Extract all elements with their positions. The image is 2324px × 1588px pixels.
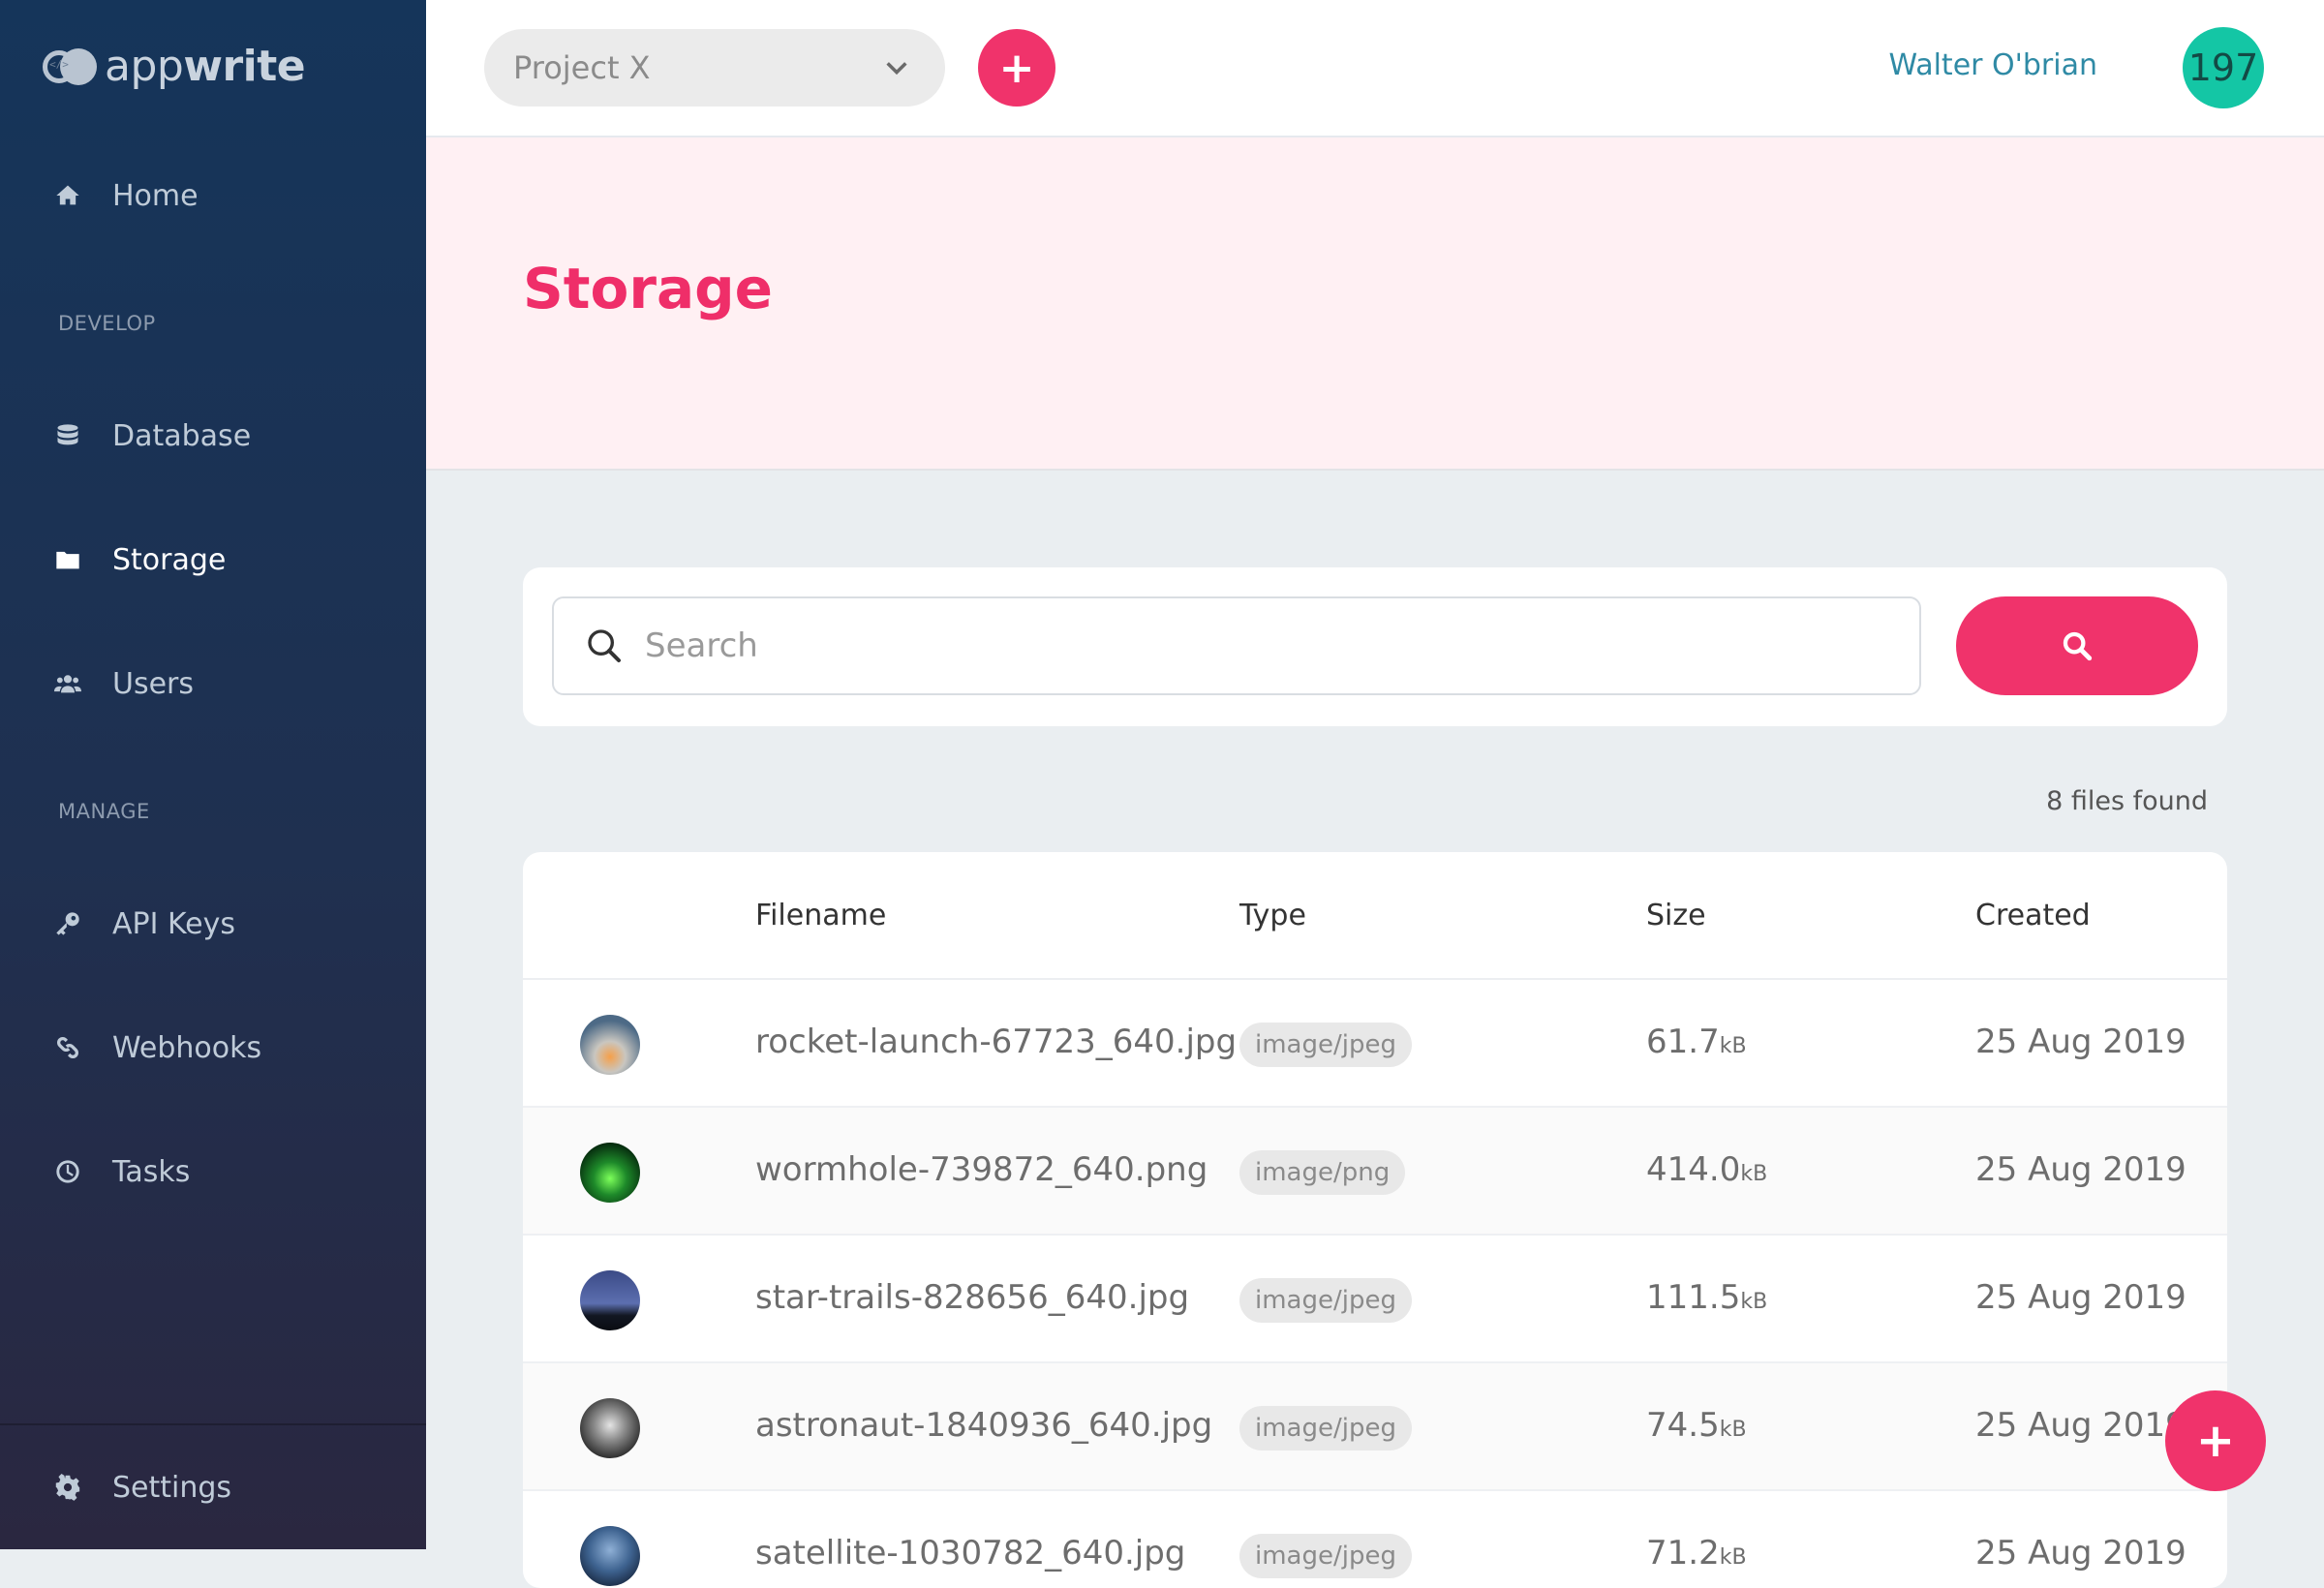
- sidebar-item-label: Database: [112, 418, 252, 453]
- column-header-filename: Filename: [755, 899, 887, 932]
- upload-file-button[interactable]: +: [2165, 1390, 2266, 1491]
- file-name[interactable]: astronaut-1840936_640.jpg: [755, 1406, 1212, 1445]
- file-created: 25 Aug 2019: [1975, 1534, 2186, 1573]
- table-row[interactable]: satellite-1030782_640.jpg image/jpeg 71.…: [523, 1491, 2227, 1588]
- plus-icon: +: [2195, 1414, 2236, 1468]
- sidebar-item-webhooks[interactable]: Webhooks: [54, 1023, 261, 1072]
- top-header: Project X + Walter O'brian 197: [426, 0, 2324, 137]
- file-type-badge: image/png: [1239, 1150, 1406, 1195]
- clock-icon: [54, 1158, 81, 1185]
- table-row[interactable]: wormhole-739872_640.png image/png 414.0k…: [523, 1108, 2227, 1236]
- page-title: Storage: [523, 256, 773, 321]
- file-thumbnail: [580, 1270, 640, 1330]
- project-select[interactable]: Project X: [484, 29, 945, 107]
- files-found-count: 8 files found: [2046, 786, 2208, 816]
- sidebar-item-label: API Keys: [112, 906, 236, 941]
- table-row[interactable]: star-trails-828656_640.jpg image/jpeg 11…: [523, 1236, 2227, 1363]
- logo-text: appwrite: [105, 41, 306, 91]
- add-project-button[interactable]: +: [978, 29, 1055, 107]
- search-box[interactable]: [552, 596, 1921, 695]
- file-size: 414.0kB: [1646, 1150, 1768, 1189]
- file-name[interactable]: satellite-1030782_640.jpg: [755, 1534, 1185, 1573]
- file-size: 74.5kB: [1646, 1406, 1747, 1445]
- sidebar: </> appwrite Home DEVELOP Database Stora…: [0, 0, 426, 1549]
- column-header-type: Type: [1239, 899, 1306, 932]
- file-created: 25 Aug 2019: [1975, 1150, 2186, 1189]
- files-table: Filename Type Size Created rocket-launch…: [523, 852, 2227, 1588]
- sidebar-item-label: Tasks: [112, 1154, 191, 1189]
- file-created: 25 Aug 2019: [1975, 1406, 2186, 1445]
- project-select-value: Project X: [513, 49, 651, 86]
- page-title-band: Storage: [426, 137, 2324, 471]
- file-thumbnail: [580, 1526, 640, 1586]
- plus-icon: +: [998, 43, 1035, 93]
- search-icon: [2063, 631, 2093, 661]
- file-size: 61.7kB: [1646, 1023, 1747, 1061]
- gear-icon: [54, 1474, 81, 1501]
- file-name[interactable]: wormhole-739872_640.png: [755, 1150, 1208, 1189]
- section-label-manage: MANAGE: [58, 800, 150, 823]
- search-input[interactable]: [643, 626, 1902, 666]
- sidebar-item-tasks[interactable]: Tasks: [54, 1147, 190, 1196]
- link-icon: [54, 1034, 81, 1061]
- file-type-badge: image/jpeg: [1239, 1278, 1412, 1323]
- sidebar-item-storage[interactable]: Storage: [54, 535, 226, 584]
- table-row[interactable]: astronaut-1840936_640.jpg image/jpeg 74.…: [523, 1363, 2227, 1491]
- chevron-down-icon: [886, 62, 907, 76]
- search-card: [523, 567, 2227, 726]
- sidebar-item-api-keys[interactable]: API Keys: [54, 900, 235, 948]
- file-thumbnail: [580, 1015, 640, 1075]
- file-thumbnail: [580, 1143, 640, 1203]
- avatar[interactable]: 197: [2183, 27, 2264, 108]
- sidebar-item-label: Home: [112, 178, 199, 213]
- key-icon: [54, 910, 81, 937]
- appwrite-logo[interactable]: </> appwrite: [43, 41, 306, 91]
- file-thumbnail: [580, 1398, 640, 1458]
- sidebar-item-label: Storage: [112, 542, 227, 577]
- file-name[interactable]: star-trails-828656_640.jpg: [755, 1278, 1189, 1317]
- file-created: 25 Aug 2019: [1975, 1023, 2186, 1061]
- file-type-badge: image/jpeg: [1239, 1534, 1412, 1578]
- home-icon: [54, 182, 81, 209]
- file-created: 25 Aug 2019: [1975, 1278, 2186, 1317]
- database-icon: [54, 422, 81, 449]
- search-button[interactable]: [1956, 596, 2198, 695]
- file-type-badge: image/jpeg: [1239, 1406, 1412, 1451]
- sidebar-item-users[interactable]: Users: [54, 659, 194, 708]
- logo-icon: </>: [43, 46, 97, 85]
- table-row[interactable]: rocket-launch-67723_640.jpg image/jpeg 6…: [523, 980, 2227, 1108]
- sidebar-item-database[interactable]: Database: [54, 412, 251, 460]
- file-size: 71.2kB: [1646, 1534, 1747, 1573]
- section-label-develop: DEVELOP: [58, 312, 156, 335]
- user-name-link[interactable]: Walter O'brian: [1888, 48, 2097, 82]
- search-icon: [588, 629, 621, 662]
- file-size: 111.5kB: [1646, 1278, 1768, 1317]
- column-header-size: Size: [1646, 899, 1706, 932]
- table-header: Filename Type Size Created: [523, 852, 2227, 980]
- sidebar-item-label: Webhooks: [112, 1030, 262, 1065]
- sidebar-item-label: Users: [112, 666, 195, 701]
- users-icon: [54, 670, 81, 697]
- folder-icon: [54, 546, 81, 573]
- sidebar-item-settings[interactable]: Settings: [54, 1463, 231, 1512]
- file-name[interactable]: rocket-launch-67723_640.jpg: [755, 1023, 1237, 1061]
- sidebar-divider: [0, 1423, 426, 1425]
- sidebar-item-home[interactable]: Home: [54, 171, 199, 220]
- column-header-created: Created: [1975, 899, 2091, 932]
- sidebar-item-label: Settings: [112, 1470, 232, 1505]
- file-type-badge: image/jpeg: [1239, 1023, 1412, 1067]
